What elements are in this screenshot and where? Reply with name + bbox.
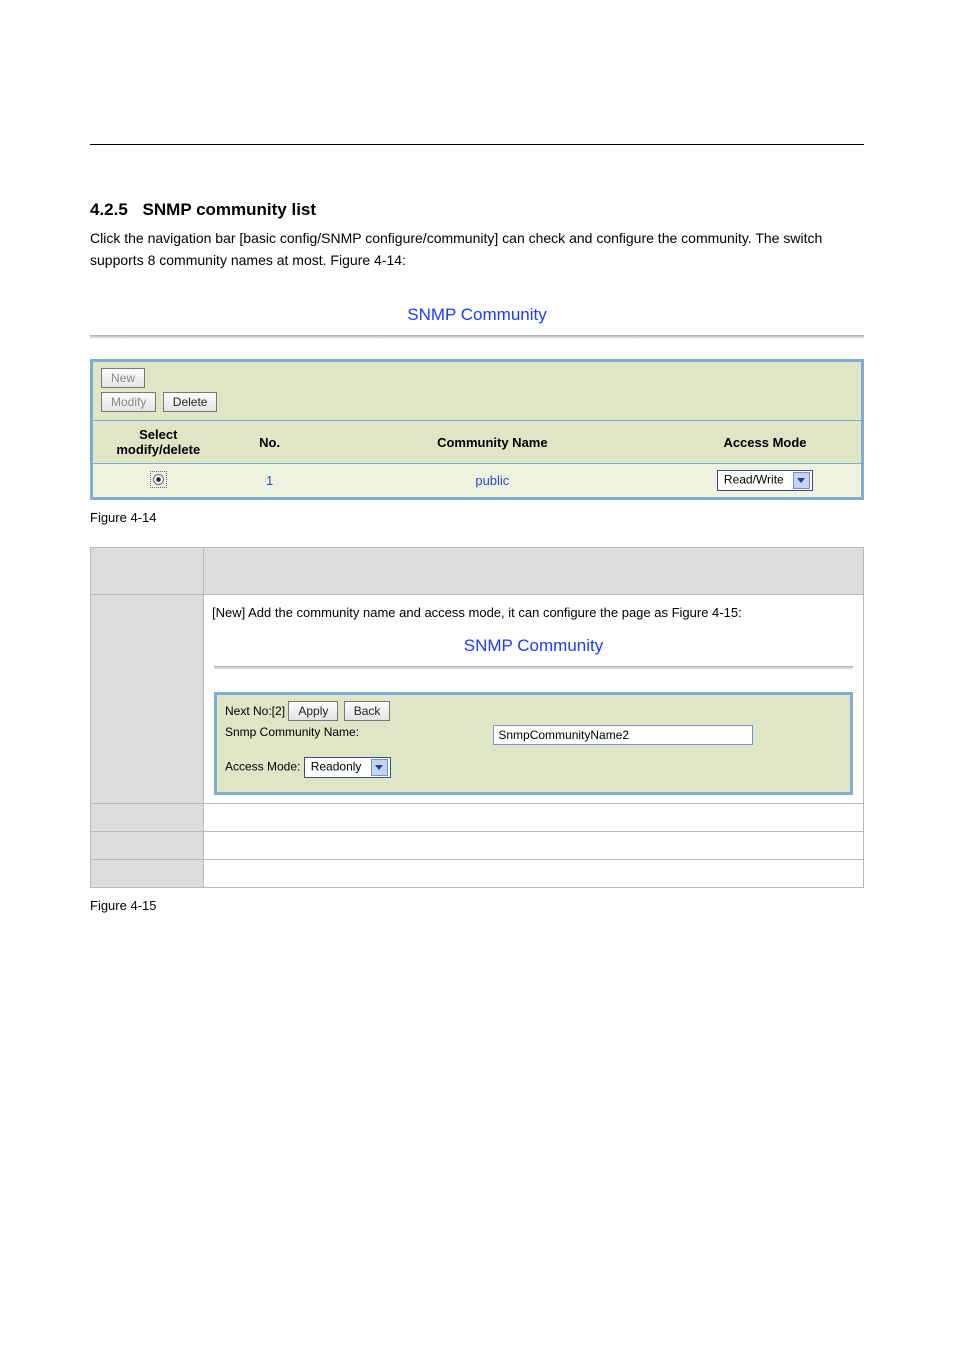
section-heading: 4.2.5 SNMP community list <box>90 200 864 220</box>
instr-row-access: Access Mode Readonly / Read write mode <box>91 860 864 888</box>
instr-header-label: label <box>91 548 204 595</box>
section-number: 4.2.5 <box>90 200 128 219</box>
row-no: 1 <box>224 464 316 498</box>
instr-key-new: New <box>91 595 204 804</box>
col-no: No. <box>224 421 316 464</box>
instr-header-row: label description <box>91 548 864 595</box>
figure-snmp-community-new: SNMP Community Next No:[2] Apply Back Sn… <box>214 634 853 795</box>
instr-key-delete: Delete <box>91 832 204 860</box>
instr-new-text: [New] Add the community name and access … <box>212 605 855 620</box>
instr-val-new: [New] Add the community name and access … <box>204 595 864 804</box>
instruction-table: label description New [New] Add the comm… <box>90 547 864 888</box>
figure-snmp-community-list: SNMP Community New Modify Delete Select … <box>90 301 864 525</box>
instr-key-access: Access Mode <box>91 860 204 888</box>
table-header-row: Select modify/delete No. Community Name … <box>93 421 861 464</box>
fig2-panel: Next No:[2] Apply Back Snmp Community Na… <box>214 692 853 795</box>
fig2-name-label: Snmp Community Name: <box>225 725 490 739</box>
row-select-radio-cell <box>93 464 224 498</box>
col-community-name: Community Name <box>316 421 669 464</box>
apply-button[interactable]: Apply <box>288 701 338 721</box>
fig2-row-top: Next No:[2] Apply Back <box>225 701 842 721</box>
header-divider <box>90 144 864 145</box>
fig2-divider <box>214 666 853 670</box>
row-access-mode-value: Read/Write <box>724 473 784 487</box>
table-row: 1 public Read/Write <box>93 464 861 498</box>
new-button[interactable]: New <box>101 368 145 388</box>
fig1-divider <box>90 335 864 339</box>
fig2-mode-label: Access Mode: <box>225 760 300 774</box>
section-text-1: Click the navigation bar [basic config/S… <box>90 228 864 271</box>
fig1-panel: New Modify Delete Select modify/delete N… <box>90 359 864 500</box>
fig2-mode-value: Readonly <box>311 760 362 774</box>
instr-key-modify: Modify <box>91 804 204 832</box>
instr-val-delete: [Delete] Delete the selected community. <box>204 832 864 860</box>
fig1-toolbar: New Modify Delete <box>93 362 861 420</box>
instr-val-modify: [Modify] Set the access mode of existing… <box>204 804 864 832</box>
row-select-radio[interactable] <box>150 471 167 488</box>
fig2-mode-select[interactable]: Readonly <box>304 757 391 778</box>
instr-row-new: New [New] Add the community name and acc… <box>91 595 864 804</box>
fig1-title: SNMP Community <box>90 301 864 335</box>
row-access-mode-cell: Read/Write <box>669 464 861 498</box>
back-button[interactable]: Back <box>344 701 391 721</box>
row-community-name[interactable]: public <box>316 464 669 498</box>
col-select: Select modify/delete <box>93 421 224 464</box>
col-access-mode: Access Mode <box>669 421 861 464</box>
community-table: Select modify/delete No. Community Name … <box>93 420 861 497</box>
instr-row-modify: Modify [Modify] Set the access mode of e… <box>91 804 864 832</box>
row-access-mode-select[interactable]: Read/Write <box>717 470 813 491</box>
fig2-next-no: Next No:[2] <box>225 704 285 718</box>
modify-button[interactable]: Modify <box>101 392 156 412</box>
fig1-caption: Figure 4-14 <box>90 510 864 525</box>
instr-row-delete: Delete [Delete] Delete the selected comm… <box>91 832 864 860</box>
fig2-title: SNMP Community <box>214 634 853 666</box>
chevron-down-icon <box>793 472 810 489</box>
delete-button[interactable]: Delete <box>163 392 218 412</box>
chevron-down-icon <box>371 759 388 776</box>
instr-header-desc: description <box>204 548 864 595</box>
section-title: SNMP community list <box>143 200 317 219</box>
fig2-row-name: Snmp Community Name: SnmpCommunityName2 <box>225 725 842 745</box>
instr-val-access: Readonly / Read write mode <box>204 860 864 888</box>
fig2-caption: Figure 4-15 <box>90 898 864 913</box>
fig2-row-mode: Access Mode: Readonly <box>225 757 842 778</box>
fig2-name-input[interactable]: SnmpCommunityName2 <box>493 725 753 745</box>
